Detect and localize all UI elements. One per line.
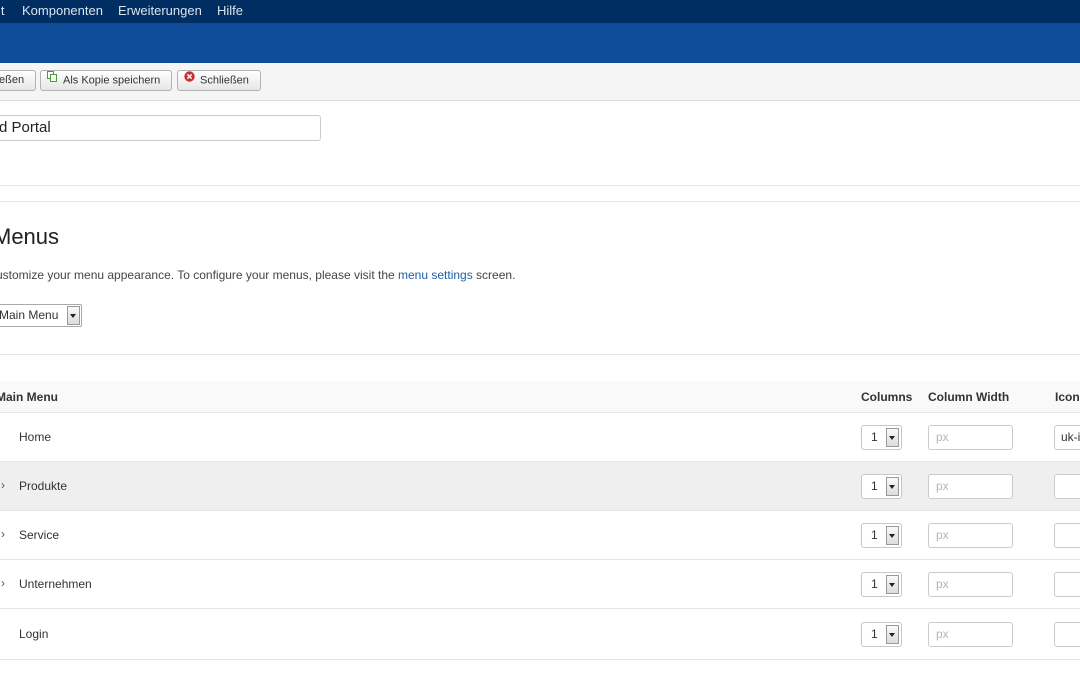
columns-select[interactable]: 1	[861, 474, 902, 499]
column-width-input[interactable]: px	[928, 523, 1013, 548]
icon-input[interactable]	[1054, 523, 1080, 548]
chevron-down-icon	[886, 575, 899, 594]
icon-input[interactable]	[1054, 622, 1080, 647]
chevron-down-icon	[886, 428, 899, 447]
description-text: ustomize your menu appearance. To config…	[0, 268, 398, 282]
menu-select-value: Main Menu	[0, 308, 59, 322]
divider	[0, 185, 1080, 186]
top-menubar: lt Komponenten Erweiterungen Hilfe	[0, 0, 1080, 23]
icon-input[interactable]	[1054, 572, 1080, 597]
chevron-down-icon	[67, 306, 80, 325]
column-width-input[interactable]: px	[928, 425, 1013, 450]
row-label: Login	[19, 627, 49, 641]
menu-settings-link[interactable]: menu settings	[398, 268, 473, 282]
row-label: Service	[19, 528, 60, 542]
table-row: › Service 1 px	[0, 511, 1080, 560]
chevron-right-icon[interactable]: ›	[1, 576, 5, 590]
section-heading: Menus	[0, 224, 60, 249]
section-description: ustomize your menu appearance. To config…	[0, 268, 515, 282]
close-button[interactable]: Schließen	[177, 70, 261, 91]
table-row: Login 1 px	[0, 610, 1080, 660]
close-circle-icon	[184, 70, 195, 89]
row-label: Home	[19, 430, 52, 444]
icon-input[interactable]	[1054, 474, 1080, 499]
menu-item-inhalt[interactable]: lt	[0, 3, 5, 18]
columns-select[interactable]: 1	[861, 622, 902, 647]
row-label: Unternehmen	[19, 577, 92, 591]
menu-item-erweiterungen[interactable]: Erweiterungen	[118, 3, 202, 18]
chevron-down-icon	[886, 477, 899, 496]
header-icon: Icon	[1055, 390, 1080, 404]
save-as-copy-button[interactable]: Als Kopie speichern	[40, 70, 172, 91]
close-label: Schließen	[200, 74, 249, 87]
chevron-right-icon[interactable]: ›	[1, 527, 5, 541]
header-columns: Columns	[861, 390, 913, 404]
menu-select[interactable]: Main Menu	[0, 304, 82, 327]
columns-value: 1	[871, 430, 878, 444]
column-width-input[interactable]: px	[928, 622, 1013, 647]
column-width-input[interactable]: px	[928, 572, 1013, 597]
menu-item-hilfe[interactable]: Hilfe	[217, 3, 243, 18]
columns-value: 1	[871, 528, 878, 542]
header-column-width: Column Width	[928, 390, 1010, 404]
columns-select[interactable]: 1	[861, 523, 902, 548]
save-close-label: eßen	[0, 74, 25, 86]
columns-value: 1	[871, 577, 878, 591]
table-header: Main Menu Columns Column Width Icon	[0, 381, 1080, 413]
title-input[interactable]: d Portal	[0, 115, 321, 141]
row-label: Produkte	[19, 479, 68, 493]
table-row: Home 1 px uk-i	[0, 413, 1080, 462]
divider	[0, 201, 1080, 202]
table-row: › Unternehmen 1 px	[0, 560, 1080, 609]
table-row: › Produkte 1 px	[0, 462, 1080, 511]
header-bar	[0, 23, 1080, 64]
chevron-down-icon	[886, 625, 899, 644]
header-main-menu: Main Menu	[0, 390, 58, 404]
chevron-down-icon	[886, 526, 899, 545]
save-close-button[interactable]: eßen	[0, 70, 36, 91]
columns-select[interactable]: 1	[861, 572, 902, 597]
columns-select[interactable]: 1	[861, 425, 902, 450]
copy-icon	[47, 70, 58, 89]
column-width-input[interactable]: px	[928, 474, 1013, 499]
chevron-right-icon[interactable]: ›	[1, 478, 5, 492]
save-as-copy-label: Als Kopie speichern	[63, 74, 161, 87]
menu-item-komponenten[interactable]: Komponenten	[22, 3, 103, 18]
divider	[0, 354, 1080, 355]
icon-input[interactable]: uk-i	[1054, 425, 1080, 450]
columns-value: 1	[871, 479, 878, 493]
columns-value: 1	[871, 627, 878, 641]
description-text-end: screen.	[472, 268, 516, 282]
toolbar: eßen Als Kopie speichern Schließen	[0, 63, 1080, 101]
